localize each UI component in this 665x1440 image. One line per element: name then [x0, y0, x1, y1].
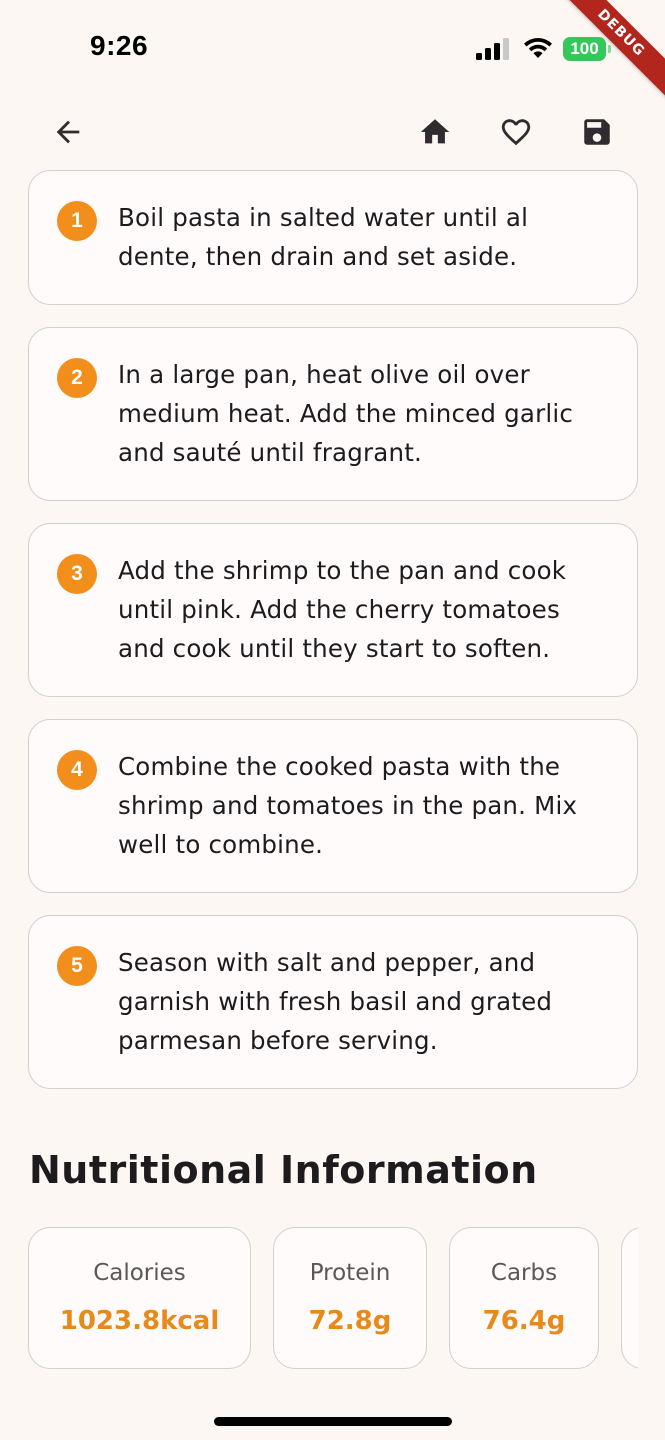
nutrition-section-title: Nutritional Information [29, 1148, 538, 1192]
home-icon [420, 119, 450, 144]
instruction-steps-list: 1 Boil pasta in salted water until al de… [28, 170, 638, 1111]
nutrition-card-protein: Protein 72.8g [273, 1227, 427, 1369]
back-button[interactable] [44, 108, 92, 156]
nutrition-label: Protein [309, 1260, 391, 1286]
step-text: Season with salt and pepper, and garnish… [118, 948, 553, 1055]
status-bar: 9:26 100 [0, 0, 665, 100]
step-text: Combine the cooked pasta with the shrimp… [118, 752, 578, 859]
battery-level: 100 [570, 39, 599, 58]
nutrition-value: 76.4g [482, 1306, 566, 1336]
step-card: 5 Season with salt and pepper, and garni… [28, 915, 638, 1089]
step-number-badge: 5 [57, 946, 97, 986]
step-card: 4 Combine the cooked pasta with the shri… [28, 719, 638, 893]
battery-cap [608, 45, 611, 53]
favorite-button[interactable] [492, 108, 540, 156]
nutrition-label: Carbs [490, 1260, 558, 1286]
save-icon [584, 119, 610, 145]
home-indicator[interactable] [214, 1417, 452, 1426]
nutrition-label: Calories [93, 1260, 186, 1286]
step-number-badge: 1 [57, 201, 97, 241]
arrow-back-icon [56, 120, 80, 144]
step-card: 3 Add the shrimp to the pan and cook unt… [28, 523, 638, 697]
step-text: In a large pan, heat olive oil over medi… [118, 360, 574, 467]
home-button[interactable] [411, 108, 459, 156]
battery-indicator: 100 [563, 37, 611, 61]
step-text: Boil pasta in salted water until al dent… [118, 203, 529, 271]
wifi-icon [524, 38, 552, 58]
nutrition-value: 72.8g [308, 1306, 392, 1336]
step-number-badge: 2 [57, 358, 97, 398]
step-text: Add the shrimp to the pan and cook until… [118, 556, 567, 663]
cellular-signal-icon [476, 38, 509, 60]
nutrition-card-calories: Calories 1023.8kcal [28, 1227, 251, 1369]
save-button[interactable] [573, 108, 621, 156]
heart-outline-icon [501, 119, 531, 146]
step-number-badge: 3 [57, 554, 97, 594]
nutrition-value: 1023.8kcal [59, 1306, 220, 1336]
nutrition-cards-scroller[interactable]: Calories 1023.8kcal Protein 72.8g Carbs … [28, 1227, 638, 1370]
status-time: 9:26 [90, 30, 149, 61]
step-card: 2 In a large pan, heat olive oil over me… [28, 327, 638, 501]
nutrition-card-partial [621, 1227, 638, 1369]
nutrition-card-carbs: Carbs 76.4g [449, 1227, 599, 1369]
step-number-badge: 4 [57, 750, 97, 790]
step-card: 1 Boil pasta in salted water until al de… [28, 170, 638, 305]
app-bar [0, 100, 665, 164]
recipe-detail-screen: 9:26 100 DEBUG 1 Boil pasta in salted wa… [0, 0, 665, 1440]
